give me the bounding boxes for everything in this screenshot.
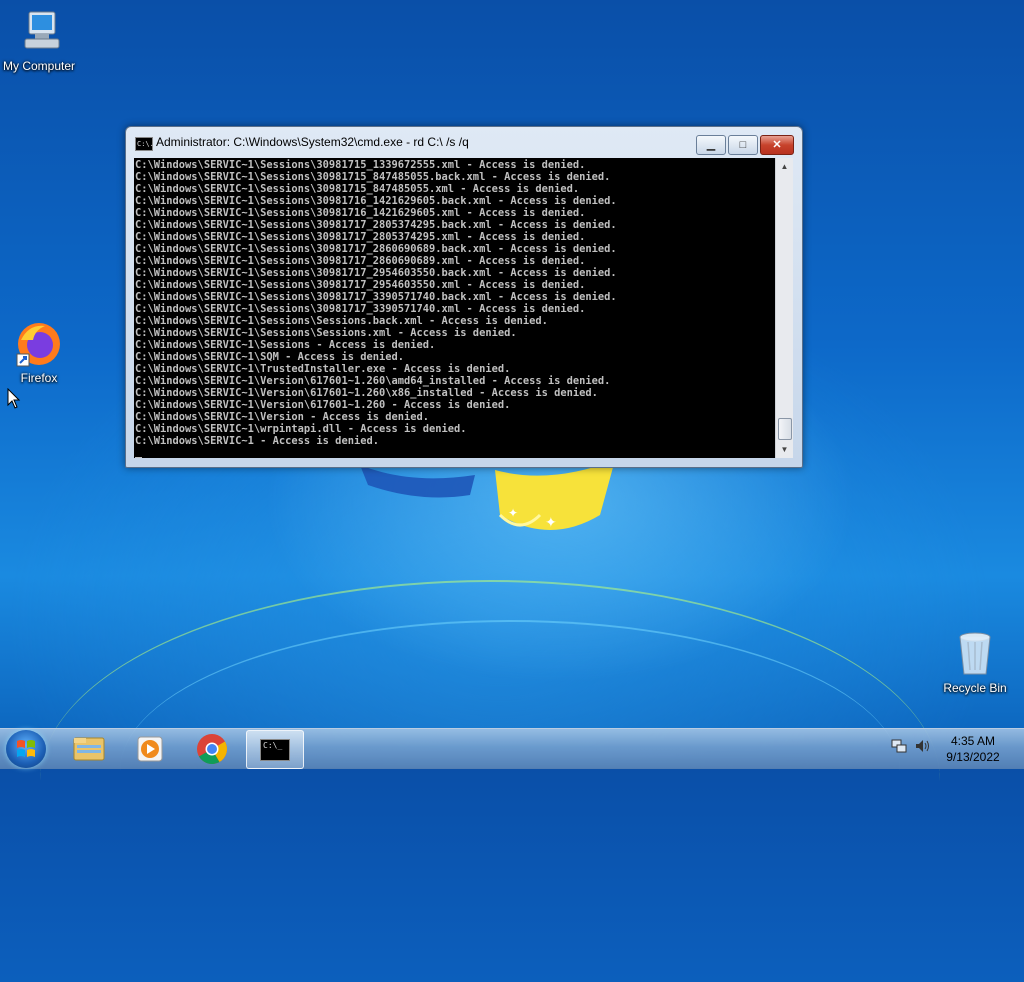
console-text: C:\Windows\SERVIC~1\Sessions\30981715_13… <box>134 158 775 458</box>
console-line: C:\Windows\SERVIC~1\Version - Access is … <box>135 411 430 423</box>
console-line: C:\Windows\SERVIC~1\wrpintapi.dll - Acce… <box>135 423 467 435</box>
svg-text:✦: ✦ <box>508 506 518 520</box>
scroll-down-icon[interactable]: ▼ <box>776 441 793 458</box>
close-button[interactable]: ✕ <box>760 135 794 155</box>
taskbar-media-player[interactable] <box>122 730 178 767</box>
title-bar[interactable]: C:\. Administrator: C:\Windows\System32\… <box>126 127 802 157</box>
cmd-icon: C:\. <box>135 137 154 151</box>
console-line: C:\Windows\SERVIC~1\Sessions\30981717_29… <box>135 267 617 279</box>
console-line: C:\Windows\SERVIC~1\Version\617601~1.260… <box>135 375 611 387</box>
cmd-window[interactable]: C:\. Administrator: C:\Windows\System32\… <box>125 126 803 468</box>
console-line: C:\Windows\SERVIC~1\Sessions\30981717_28… <box>135 219 617 231</box>
desktop-icon-label: Firefox <box>20 371 58 385</box>
console-line: C:\Windows\SERVIC~1\Sessions\30981716_14… <box>135 195 617 207</box>
maximize-icon: □ <box>739 139 747 151</box>
console-line: C:\Windows\SERVIC~1\Sessions\30981717_28… <box>135 231 586 243</box>
console-line: C:\Windows\SERVIC~1\Sessions\30981717_28… <box>135 243 617 255</box>
console-line: C:\Windows\SERVIC~1\Sessions\30981716_14… <box>135 207 586 219</box>
wallpaper-swoosh <box>120 620 900 922</box>
desktop-icon-firefox[interactable]: Firefox <box>0 320 79 385</box>
console-line: C:\Windows\SERVIC~1\Sessions\30981717_33… <box>135 291 617 303</box>
console-line: C:\Windows\SERVIC~1\Sessions\30981717_28… <box>135 255 586 267</box>
taskbar-cmd[interactable]: C:\_ <box>246 730 304 769</box>
desktop-icon-my-computer[interactable]: My Computer <box>0 8 79 73</box>
console-line: C:\Windows\SERVIC~1\Sessions\30981715_84… <box>135 171 611 183</box>
window-title: Administrator: C:\Windows\System32\cmd.e… <box>156 135 469 149</box>
console-line: C:\Windows\SERVIC~1\Sessions\30981717_29… <box>135 279 586 291</box>
clock-time: 4:35 AM <box>950 734 996 748</box>
taskbar-clock[interactable]: 4:35 AM 9/13/2022 <box>936 733 1010 765</box>
firefox-icon <box>15 320 63 368</box>
mouse-pointer-icon <box>7 388 21 409</box>
minimize-icon: ▁ <box>706 139 716 151</box>
clock-date: 9/13/2022 <box>946 750 1000 764</box>
network-icon[interactable] <box>891 738 907 757</box>
start-button[interactable] <box>6 730 46 768</box>
scroll-up-icon[interactable]: ▲ <box>776 158 793 175</box>
desktop-icon-label: My Computer <box>2 59 76 73</box>
console-line: C:\Windows\SERVIC~1\Sessions\30981715_13… <box>135 159 586 171</box>
console-line: C:\Windows\SERVIC~1\Version\617601~1.260… <box>135 387 598 399</box>
vertical-scrollbar[interactable]: ▲ ▼ <box>775 158 793 458</box>
console-line: C:\Windows\SERVIC~1\Version\617601~1.260… <box>135 399 511 411</box>
computer-icon <box>15 8 63 56</box>
scrollbar-thumb[interactable] <box>778 418 792 440</box>
console-output[interactable]: C:\Windows\SERVIC~1\Sessions\30981715_13… <box>134 158 775 458</box>
desktop-icon-label: Recycle Bin <box>943 681 1007 695</box>
minimize-button[interactable]: ▁ <box>696 135 726 155</box>
console-line: C:\Windows\SERVIC~1 - Access is denied. <box>135 435 379 447</box>
chrome-icon <box>197 734 228 765</box>
console-line: C:\Windows\SERVIC~1\Sessions\30981717_33… <box>135 303 586 315</box>
maximize-button[interactable]: □ <box>728 135 758 155</box>
console-cursor <box>135 457 142 458</box>
console-line: C:\Windows\SERVIC~1\TrustedInstaller.exe… <box>135 363 511 375</box>
console-line: C:\Windows\SERVIC~1\SQM - Access is deni… <box>135 351 404 363</box>
recycle-bin-icon <box>951 630 999 678</box>
taskbar-file-explorer[interactable] <box>62 730 118 767</box>
cmd-icon: C:\_ <box>260 739 290 761</box>
console-line: C:\Windows\SERVIC~1\Sessions\Sessions.xm… <box>135 327 517 339</box>
volume-icon[interactable] <box>914 738 932 757</box>
taskbar: C:\_ <box>0 728 1024 769</box>
windows-start-icon <box>17 740 35 757</box>
close-icon: ✕ <box>772 139 782 151</box>
svg-text:✦: ✦ <box>545 514 557 530</box>
wallpaper-logo: ✦ ✦ <box>360 460 615 530</box>
file-explorer-icon <box>73 737 105 761</box>
desktop-icon-recycle-bin[interactable]: Recycle Bin <box>935 630 1015 695</box>
console-line: C:\Windows\SERVIC~1\Sessions\Sessions.ba… <box>135 315 548 327</box>
console-line: C:\Windows\SERVIC~1\Sessions - Access is… <box>135 339 436 351</box>
console-line: C:\Windows\SERVIC~1\Sessions\30981715_84… <box>135 183 580 195</box>
taskbar-chrome[interactable] <box>184 730 240 767</box>
media-player-icon <box>137 736 163 762</box>
